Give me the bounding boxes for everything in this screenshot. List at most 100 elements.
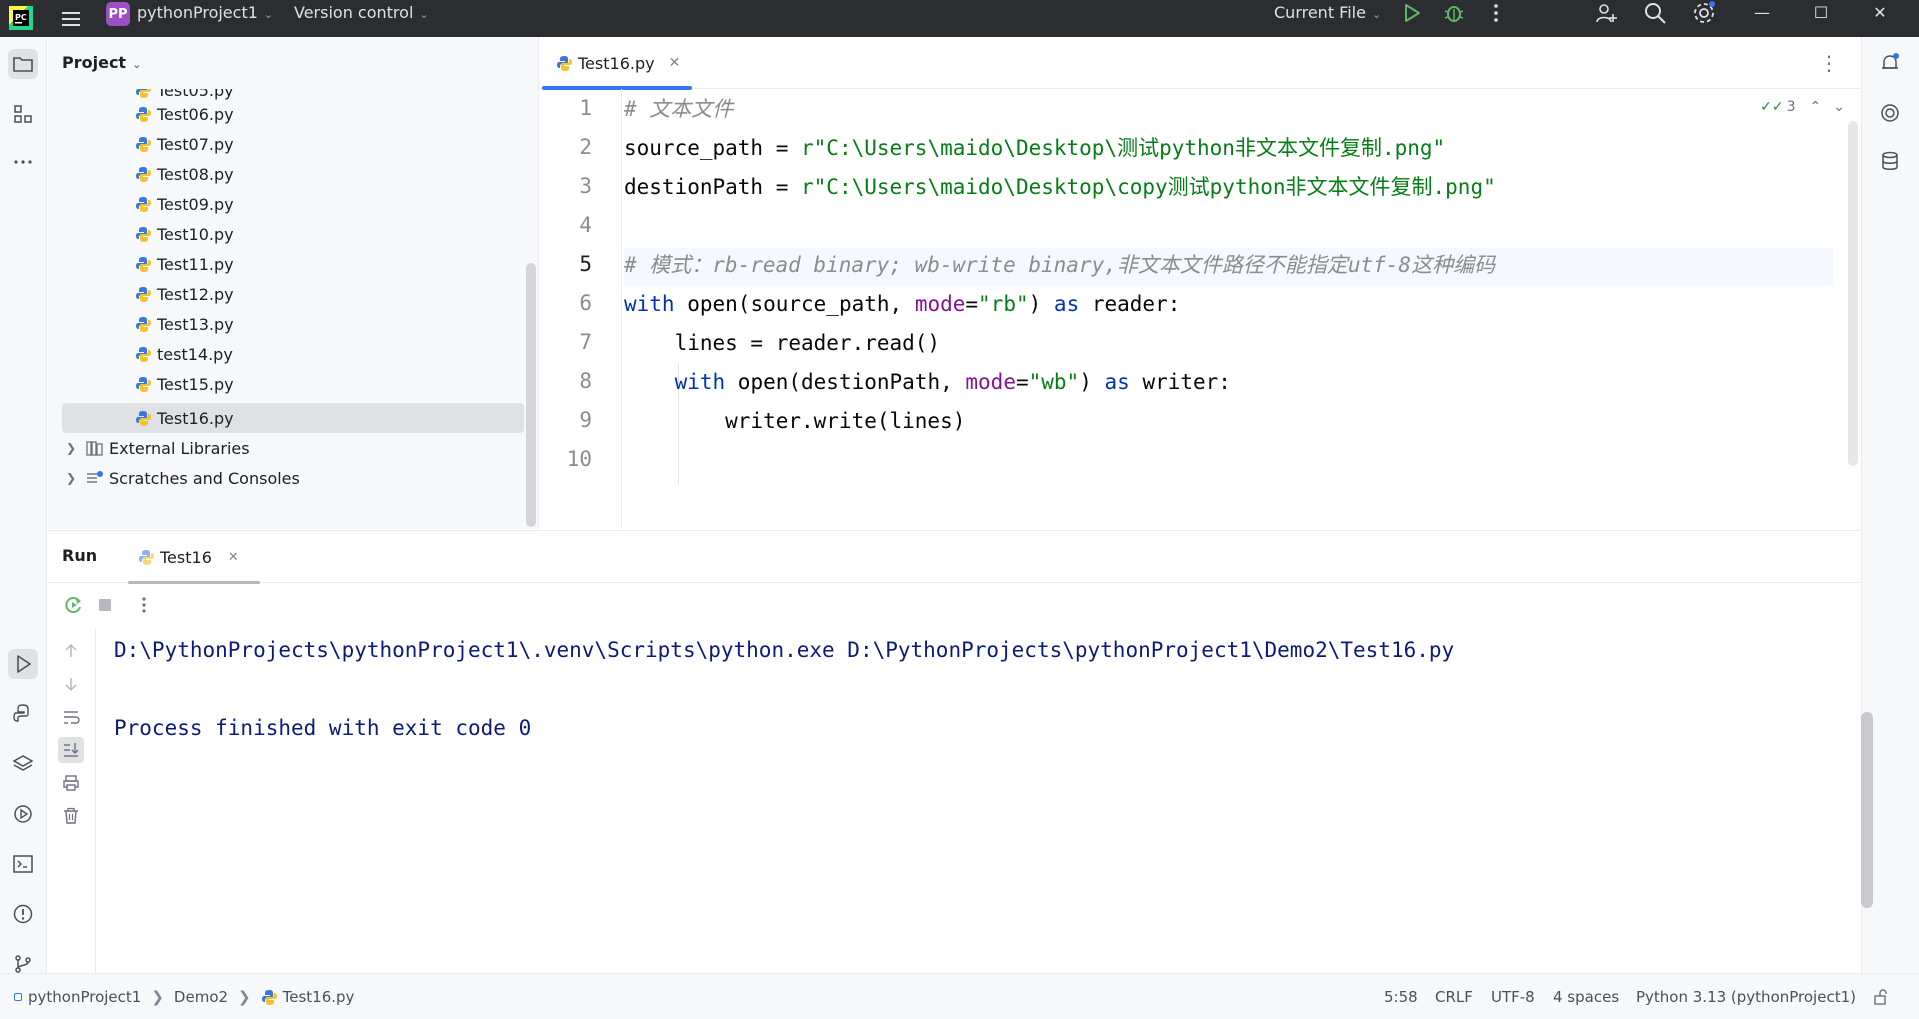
tree-file-test12[interactable]: Test12.py [62, 279, 524, 309]
chevron-right-icon[interactable]: ❯ [66, 471, 80, 485]
main-menu-icon[interactable] [58, 6, 84, 32]
tree-file-test11[interactable]: Test11.py [62, 249, 524, 279]
run-tool-icon[interactable] [8, 649, 38, 679]
debug-icon[interactable] [1442, 1, 1466, 25]
rerun-icon[interactable] [62, 593, 86, 617]
tree-file-test15[interactable]: Test15.py [62, 369, 524, 399]
editor-scrollbar[interactable] [1848, 121, 1858, 466]
close-tab-icon[interactable]: ✕ [228, 550, 239, 565]
code-line-6: with open(source_path, mode="rb") as rea… [624, 292, 1181, 316]
breadcrumb-file[interactable]: Test16.py [283, 988, 355, 1006]
run-panel-title: Run [62, 546, 98, 565]
next-highlight-icon[interactable]: ⌄ [1833, 99, 1845, 115]
python-file-icon [136, 256, 151, 272]
tree-file-label: Test16.py [157, 408, 234, 428]
stop-icon[interactable] [93, 593, 117, 617]
tab-options-icon[interactable]: ⋮ [1819, 51, 1839, 75]
tree-file-label: Test10.py [157, 224, 234, 244]
tree-file-label: Test06.py [157, 104, 234, 124]
database-icon[interactable] [1876, 147, 1904, 175]
structure-icon[interactable] [8, 99, 38, 129]
console-scrollbar[interactable] [1861, 712, 1873, 908]
project-badge[interactable]: PP [106, 2, 130, 26]
close-tab-icon[interactable]: ✕ [669, 55, 681, 71]
line-number: 4 [579, 213, 592, 237]
code-text-area[interactable]: # 文本文件 source_path = r"C:\Users\maido\De… [623, 89, 1861, 529]
add-user-icon[interactable] [1594, 1, 1618, 25]
version-control-menu[interactable]: Version control ⌄ [294, 0, 429, 25]
arrow-up-icon[interactable] [58, 638, 84, 664]
breadcrumb-folder[interactable]: Demo2 [174, 988, 228, 1006]
trash-icon[interactable] [58, 803, 84, 829]
previous-highlight-icon[interactable]: ⌃ [1810, 99, 1822, 115]
line-number: 9 [579, 408, 592, 432]
tree-scratches-consoles[interactable]: ❯ Scratches and Consoles [62, 463, 524, 493]
maximize-button[interactable]: ☐ [1801, 0, 1841, 25]
tree-external-libraries[interactable]: ❯ External Libraries [62, 433, 524, 463]
code-line-7: lines = reader.read() [624, 331, 941, 355]
terminal-icon[interactable] [8, 849, 38, 879]
layers-icon[interactable] [8, 749, 38, 779]
breadcrumb-project[interactable]: pythonProject1 [28, 988, 141, 1006]
python-file-icon [261, 989, 277, 1005]
project-folder-icon[interactable] [8, 49, 38, 79]
project-panel-header[interactable]: Project ⌄ [62, 53, 141, 72]
tree-file-test09[interactable]: Test09.py [62, 189, 524, 219]
run-icon[interactable] [1399, 1, 1423, 25]
tree-file-test07[interactable]: Test07.py [62, 129, 524, 159]
inspection-count: 3 [1786, 99, 1796, 115]
chevron-down-icon: ⌄ [132, 58, 142, 71]
close-window-button[interactable]: ✕ [1860, 0, 1900, 25]
arrow-down-icon[interactable] [58, 671, 84, 697]
run-config-label: Current File [1274, 3, 1366, 22]
tree-file-label: Test08.py [157, 164, 234, 184]
chevron-right-icon[interactable]: ❯ [66, 441, 80, 455]
more-tools-icon[interactable] [8, 147, 38, 177]
python-file-icon [136, 136, 151, 152]
project-scrollbar[interactable] [526, 263, 536, 527]
scroll-to-end-icon[interactable] [58, 737, 84, 763]
ai-assistant-icon[interactable] [1876, 99, 1904, 127]
run-config-selector[interactable]: Current File ⌄ [1274, 0, 1381, 25]
notifications-bell-icon[interactable] [1876, 49, 1904, 77]
project-selector[interactable]: pythonProject1 ⌄ [137, 0, 273, 25]
tree-file-test08[interactable]: Test08.py [62, 159, 524, 189]
run-tab-test16[interactable]: Test16 ✕ [128, 531, 260, 584]
chevron-down-icon: ⌄ [1371, 8, 1382, 21]
line-number: 1 [579, 96, 592, 120]
settings-gear-icon[interactable] [1692, 1, 1716, 25]
tree-file-test16-selected[interactable]: Test16.py [62, 403, 524, 433]
console-command-line: D:\PythonProjects\pythonProject1\.venv\S… [114, 638, 1455, 662]
search-icon[interactable] [1643, 1, 1667, 25]
tree-file-label: Test09.py [157, 194, 234, 214]
python-interpreter[interactable]: Python 3.13 (pythonProject1) [1636, 974, 1856, 1019]
problems-icon[interactable] [8, 899, 38, 929]
indent-setting[interactable]: 4 spaces [1553, 974, 1619, 1019]
more-vertical-icon[interactable] [1484, 1, 1508, 25]
services-icon[interactable] [8, 799, 38, 829]
editor-tab-test16[interactable]: Test16.py ✕ [540, 37, 692, 90]
more-vertical-icon[interactable] [132, 593, 156, 617]
soft-wrap-icon[interactable] [58, 704, 84, 730]
project-panel-title: Project [62, 53, 127, 72]
run-panel: Run Test16 ✕ D:\PythonProjects\pythonPro… [48, 530, 1861, 974]
pycharm-logo-icon: PC [9, 6, 33, 30]
minimize-button[interactable]: — [1742, 0, 1782, 25]
line-number: 8 [579, 369, 592, 393]
scratches-icon [87, 470, 103, 483]
tree-file-test14[interactable]: test14.py [62, 339, 524, 369]
inspection-widget[interactable]: ✓✓ 3 ⌃ ⌄ [1760, 99, 1845, 115]
lock-icon[interactable] [1872, 974, 1890, 1019]
print-icon[interactable] [58, 770, 84, 796]
python-file-icon [136, 89, 151, 98]
file-encoding[interactable]: UTF-8 [1491, 974, 1535, 1019]
caret-position[interactable]: 5:58 [1384, 974, 1418, 1019]
code-line-8: with open(destionPath, mode="wb") as wri… [674, 370, 1231, 394]
python-console-icon[interactable] [8, 699, 38, 729]
tree-file-test13[interactable]: Test13.py [62, 309, 524, 339]
console-output[interactable]: D:\PythonProjects\pythonProject1\.venv\S… [114, 628, 1854, 974]
run-side-toolbar [48, 628, 96, 974]
tree-file-test06[interactable]: Test06.py [62, 99, 524, 129]
line-ending[interactable]: CRLF [1435, 974, 1473, 1019]
tree-file-test10[interactable]: Test10.py [62, 219, 524, 249]
